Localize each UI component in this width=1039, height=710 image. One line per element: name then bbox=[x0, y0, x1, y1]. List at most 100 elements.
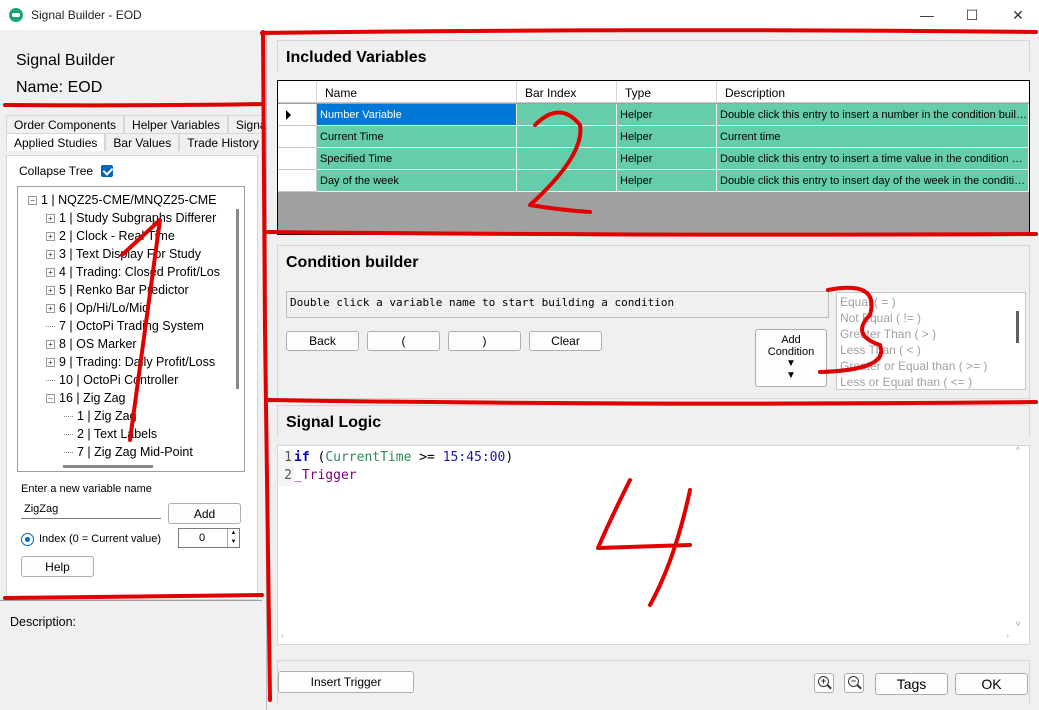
scroll-up-icon[interactable]: ^ bbox=[1016, 446, 1020, 455]
row-selector[interactable] bbox=[278, 170, 317, 192]
operator-item[interactable]: Equal ( = ) bbox=[840, 295, 896, 309]
row-selector[interactable] bbox=[278, 148, 317, 170]
tree-item[interactable]: +6 | Op/Hi/Lo/Mid bbox=[46, 299, 149, 317]
signal-logic-editor[interactable]: 1 if (CurrentTime >= 15:45:00) 2 _Trigger … bbox=[277, 445, 1030, 645]
cell-name[interactable]: Current Time bbox=[317, 126, 517, 148]
tree-item[interactable]: +4 | Trading: Closed Profit/Los bbox=[46, 263, 220, 281]
tab-order-components[interactable]: Order Components bbox=[6, 115, 125, 133]
clear-button[interactable]: Clear bbox=[529, 331, 602, 351]
tree-item[interactable]: −16 | Zig Zag bbox=[46, 389, 125, 407]
cell-type[interactable]: Helper bbox=[617, 148, 717, 170]
studies-tree[interactable]: 7 | Zig Zag Mid-Point 2 | Text Labels 1 | … bbox=[17, 186, 245, 472]
tree-item[interactable]: 2 | Text Labels bbox=[64, 425, 157, 443]
collapse-icon[interactable]: − bbox=[46, 393, 55, 403]
tree-item-label: 8 | OS Marker bbox=[59, 337, 137, 351]
ok-button[interactable]: OK bbox=[955, 673, 1028, 695]
minimize-button[interactable]: — bbox=[904, 0, 950, 30]
close-button[interactable]: ✕ bbox=[995, 0, 1039, 30]
tree-item[interactable]: +1 | Study Subgraphs Differer bbox=[46, 209, 216, 227]
zoom-out-icon[interactable]: − bbox=[844, 673, 864, 693]
open-paren-button[interactable]: ( bbox=[367, 331, 440, 351]
operator-item[interactable]: Greater Than ( > ) bbox=[840, 327, 936, 341]
help-button[interactable]: Help bbox=[21, 556, 94, 577]
operator-item[interactable]: Not Equal ( != ) bbox=[840, 311, 921, 325]
cell-name[interactable]: Number Variable bbox=[317, 104, 517, 126]
tree-horizontal-scrollbar[interactable] bbox=[63, 465, 153, 468]
cell-bar-index[interactable] bbox=[517, 104, 617, 126]
expand-icon[interactable]: + bbox=[46, 231, 55, 241]
cell-type[interactable]: Helper bbox=[617, 126, 717, 148]
maximize-button[interactable]: ☐ bbox=[949, 0, 995, 30]
cell-bar-index[interactable] bbox=[517, 126, 617, 148]
expand-icon[interactable]: + bbox=[46, 285, 55, 295]
tree-item[interactable]: 10 | OctoPi Controller bbox=[46, 371, 178, 389]
tags-button[interactable]: Tags bbox=[875, 673, 948, 695]
column-type[interactable]: Type bbox=[617, 81, 717, 103]
index-radio[interactable] bbox=[21, 533, 34, 546]
tree-item[interactable]: +9 | Trading: Daily Profit/Loss bbox=[46, 353, 215, 371]
zoom-in-icon[interactable]: + bbox=[814, 673, 834, 693]
operator-item[interactable]: Greater or Equal than ( >= ) bbox=[840, 359, 987, 373]
variable-name-input[interactable] bbox=[21, 499, 161, 519]
tab-helper-variables[interactable]: Helper Variables bbox=[124, 115, 228, 133]
spin-up-icon[interactable]: ▲ bbox=[227, 529, 239, 538]
tree-item[interactable]: +5 | Renko Bar Predictor bbox=[46, 281, 189, 299]
code-horizontal-scrollbar[interactable]: ‹ › bbox=[278, 628, 1029, 644]
table-row[interactable]: Current Time Helper Current time bbox=[278, 126, 1029, 148]
insert-trigger-button[interactable]: Insert Trigger bbox=[278, 671, 414, 693]
tab-bar-values[interactable]: Bar Values bbox=[105, 133, 180, 151]
expand-icon[interactable]: + bbox=[46, 267, 55, 277]
operator-item[interactable]: Less or Equal than ( <= ) bbox=[840, 375, 972, 389]
cell-bar-index[interactable] bbox=[517, 148, 617, 170]
cell-description[interactable]: Double click this entry to insert a numb… bbox=[717, 104, 1029, 126]
cell-type[interactable]: Helper bbox=[617, 170, 717, 192]
add-condition-button[interactable]: Add Condition ▼ ▼ bbox=[755, 329, 827, 387]
operators-scroll-thumb[interactable] bbox=[1016, 311, 1019, 343]
back-button[interactable]: Back bbox=[286, 331, 359, 351]
expand-icon[interactable]: + bbox=[46, 339, 55, 349]
expand-icon[interactable]: + bbox=[46, 213, 55, 223]
cell-name[interactable]: Specified Time bbox=[317, 148, 517, 170]
add-variable-button[interactable]: Add bbox=[168, 503, 241, 524]
tree-vertical-scrollbar[interactable] bbox=[232, 187, 244, 457]
collapse-tree-checkbox[interactable] bbox=[101, 165, 114, 177]
expand-icon[interactable]: + bbox=[46, 357, 55, 367]
cell-description[interactable]: Current time bbox=[717, 126, 1029, 148]
collapse-icon[interactable]: − bbox=[28, 195, 37, 205]
column-name[interactable]: Name bbox=[317, 81, 517, 103]
spin-down-icon[interactable]: ▼ bbox=[227, 538, 239, 547]
tab-applied-studies[interactable]: Applied Studies bbox=[6, 133, 106, 151]
cell-description[interactable]: Double click this entry to insert day of… bbox=[717, 170, 1029, 192]
column-description[interactable]: Description bbox=[717, 81, 1029, 103]
cell-bar-index[interactable] bbox=[517, 170, 617, 192]
tab-trade-history[interactable]: Trade History bbox=[179, 133, 267, 151]
index-stepper[interactable]: 0 ▲ ▼ bbox=[178, 528, 240, 548]
column-bar-index[interactable]: Bar Index bbox=[517, 81, 617, 103]
expand-icon[interactable]: + bbox=[46, 303, 55, 313]
row-selector[interactable] bbox=[278, 104, 317, 126]
scroll-left-icon[interactable]: ‹ bbox=[281, 630, 284, 640]
cell-name[interactable]: Day of the week bbox=[317, 170, 517, 192]
cell-type[interactable]: Helper bbox=[617, 104, 717, 126]
code-vertical-scrollbar[interactable]: ^ v bbox=[1013, 446, 1029, 628]
close-paren-button[interactable]: ) bbox=[448, 331, 521, 351]
tree-item[interactable]: 7 | OctoPi Trading System bbox=[46, 317, 204, 335]
cell-description[interactable]: Double click this entry to insert a time… bbox=[717, 148, 1029, 170]
tree-item[interactable]: 1 | Zig Zag bbox=[64, 407, 137, 425]
table-row[interactable]: Specified Time Helper Double click this en… bbox=[278, 148, 1029, 170]
operator-item[interactable]: Less Than ( < ) bbox=[840, 343, 921, 357]
tree-item[interactable]: −1 | NQZ25-CME/MNQZ25-CME bbox=[28, 191, 217, 209]
scroll-down-icon[interactable]: v bbox=[1016, 619, 1020, 628]
condition-text-field[interactable]: Double click a variable name to start bu… bbox=[286, 291, 829, 318]
tree-item[interactable]: +8 | OS Marker bbox=[46, 335, 137, 353]
operators-list[interactable]: Equal ( = ) Not Equal ( != ) Greater Than … bbox=[836, 292, 1026, 390]
table-row[interactable]: Number Variable Helper Double click this e… bbox=[278, 104, 1029, 126]
tree-item[interactable]: 7 | Zig Zag Mid-Point bbox=[64, 443, 193, 461]
table-row[interactable]: Day of the week Helper Double click this e… bbox=[278, 170, 1029, 192]
tree-item[interactable]: +3 | Text Display For Study bbox=[46, 245, 201, 263]
tree-item[interactable]: +2 | Clock - Real Time bbox=[46, 227, 175, 245]
scroll-right-icon[interactable]: › bbox=[1006, 630, 1009, 640]
row-selector[interactable] bbox=[278, 126, 317, 148]
expand-icon[interactable]: + bbox=[46, 249, 55, 259]
tree-scroll-thumb[interactable] bbox=[236, 209, 239, 389]
